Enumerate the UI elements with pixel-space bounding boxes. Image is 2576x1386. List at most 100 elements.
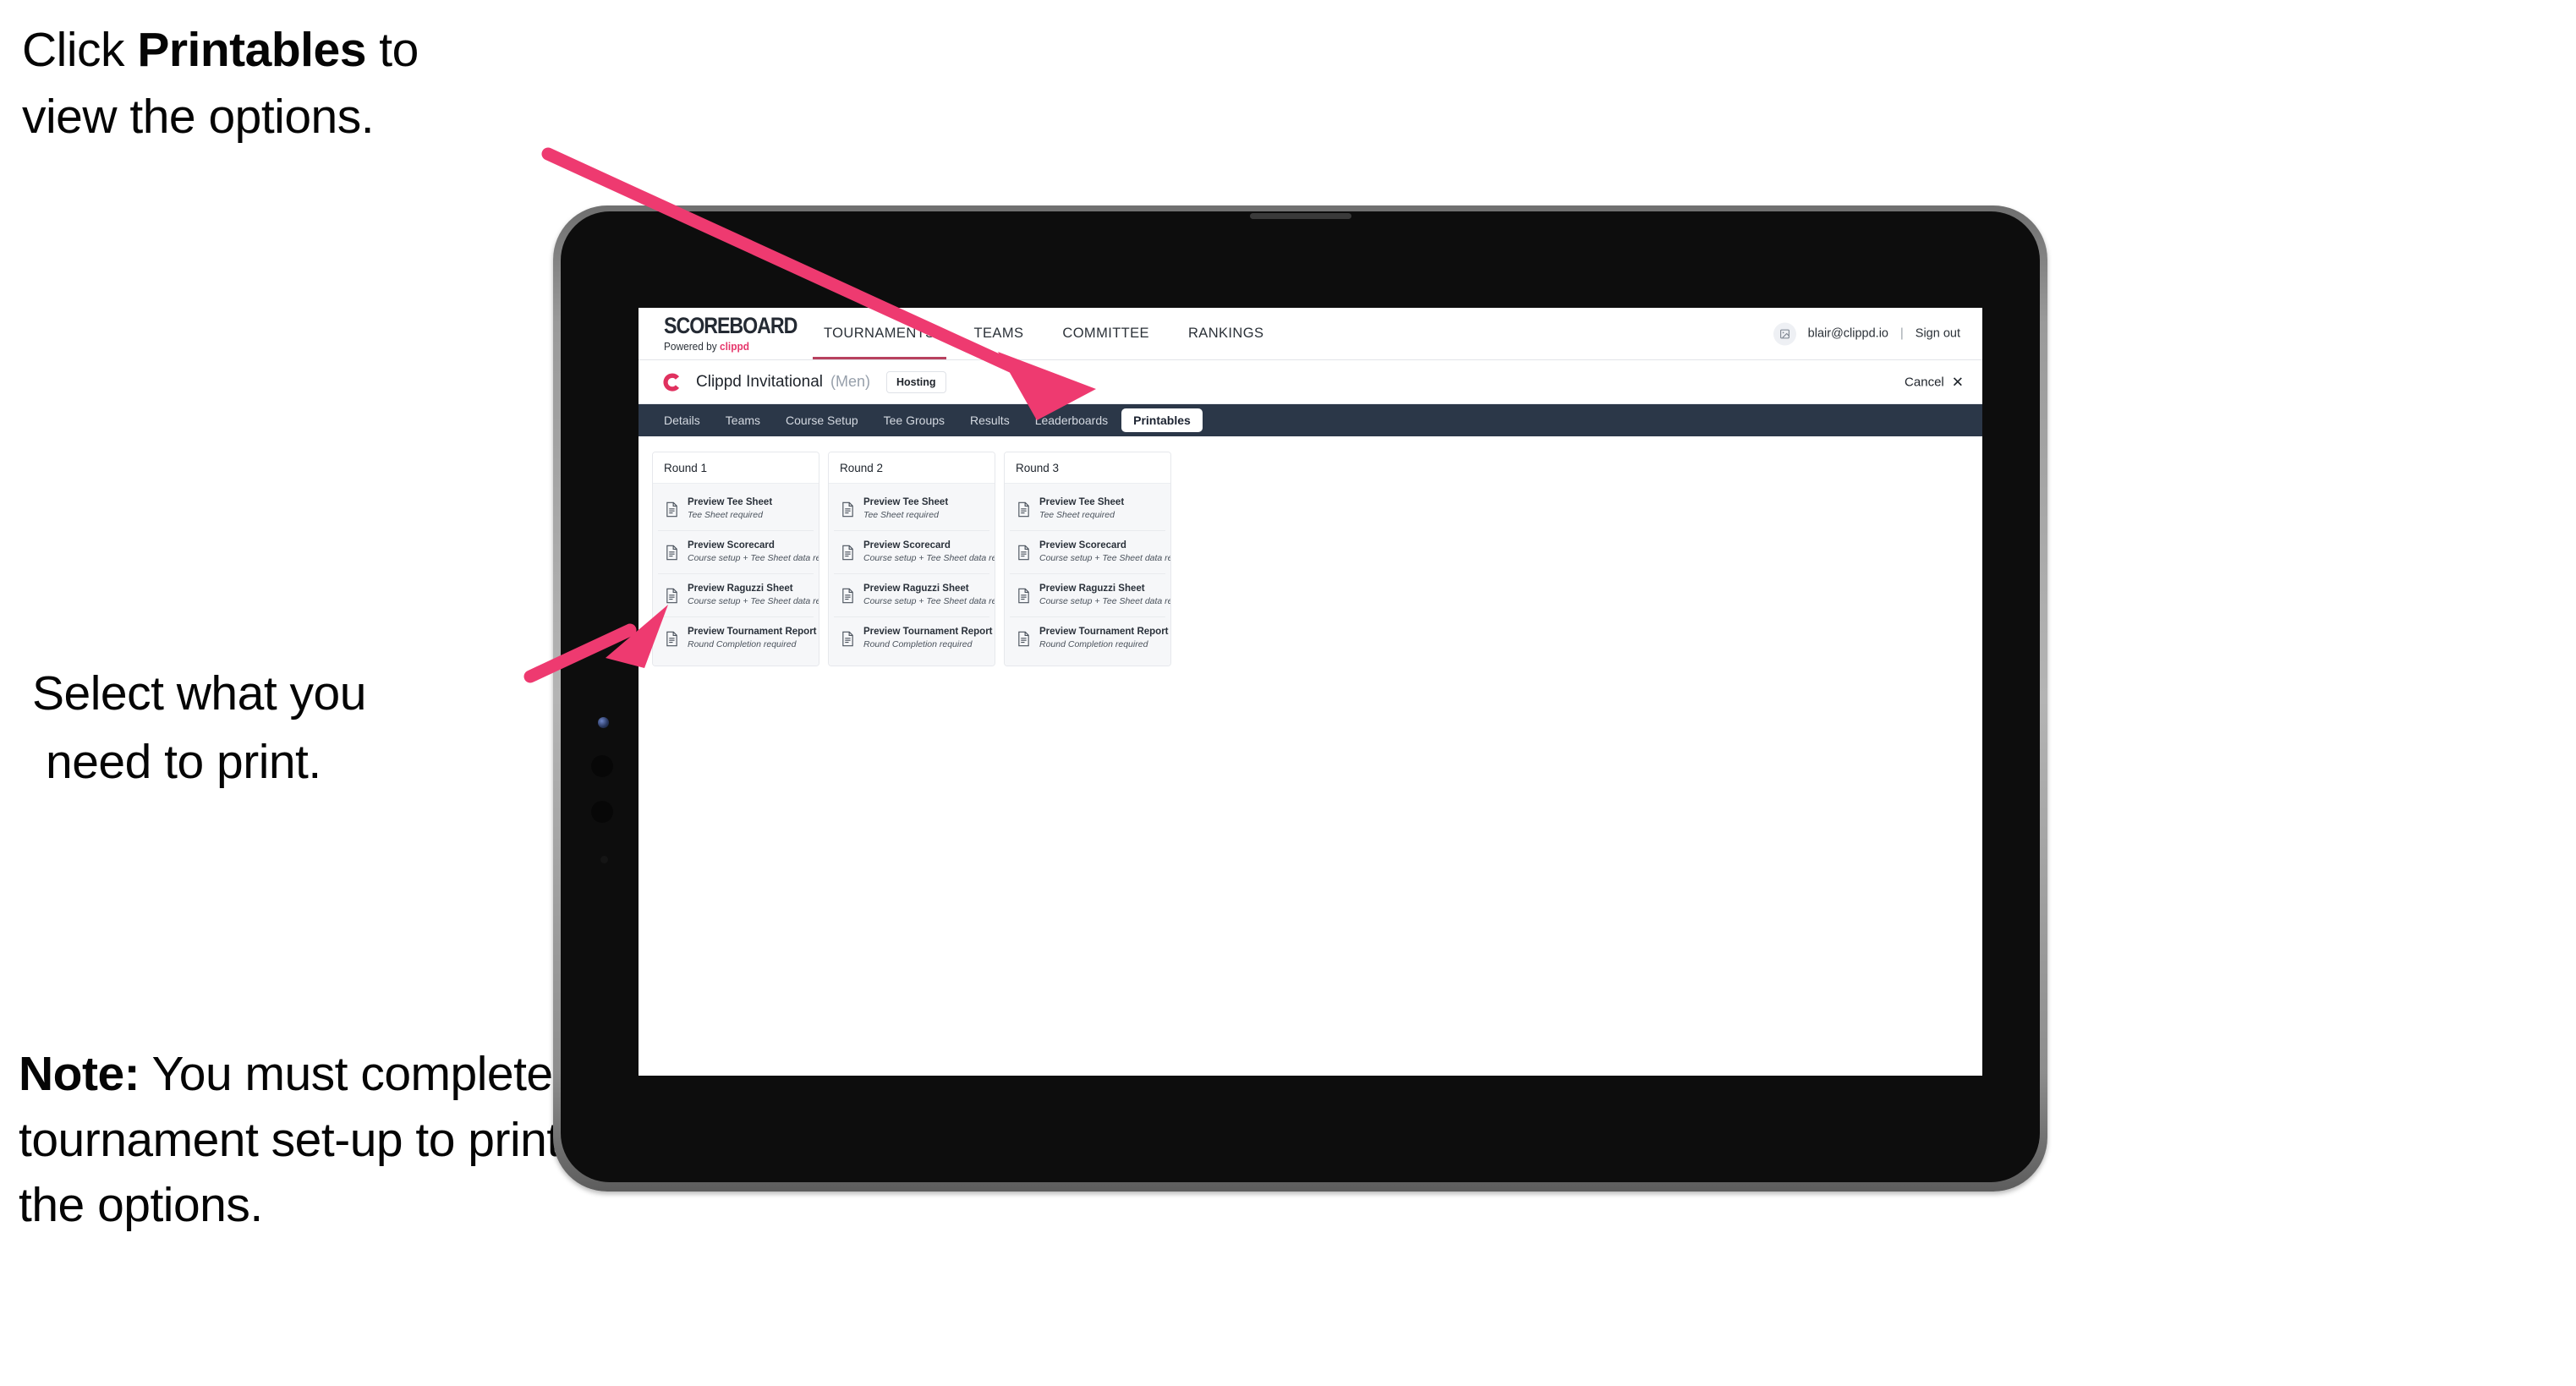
document-icon bbox=[1017, 501, 1031, 518]
nav-item-committee[interactable]: COMMITTEE bbox=[1043, 308, 1169, 359]
device-button-lower[interactable] bbox=[591, 801, 613, 823]
round-items-list: Preview Tee Sheet Tee Sheet required Previ… bbox=[829, 484, 995, 666]
browser-viewport: SCOREBOARD Powered by clippd TOURNAMENTS… bbox=[639, 308, 1982, 1076]
printable-item-text: Preview Tee Sheet Tee Sheet required bbox=[863, 496, 948, 522]
microphone-icon bbox=[600, 856, 608, 863]
document-icon bbox=[665, 631, 679, 647]
round-title: Round 1 bbox=[653, 452, 819, 484]
printable-item-text: Preview Scorecard Course setup + Tee Shee… bbox=[688, 540, 819, 565]
annotation-select-what-to-print: Select what you need to print. bbox=[32, 660, 540, 797]
printable-item-text: Preview Tee Sheet Tee Sheet required bbox=[1039, 496, 1124, 522]
printable-item[interactable]: Preview Tee Sheet Tee Sheet required bbox=[834, 488, 989, 532]
printable-item-text: Preview Scorecard Course setup + Tee Shee… bbox=[1039, 540, 1170, 565]
tab-results[interactable]: Results bbox=[958, 408, 1022, 432]
printable-item-text: Preview Raguzzi Sheet Course setup + Tee … bbox=[863, 583, 995, 608]
main-navigation: TOURNAMENTS TEAMS COMMITTEE RANKINGS bbox=[804, 308, 1283, 359]
printable-item-requirement: Tee Sheet required bbox=[863, 510, 939, 521]
printable-item-title: Preview Raguzzi Sheet bbox=[688, 583, 793, 594]
nav-label-tournaments: TOURNAMENTS bbox=[824, 326, 935, 341]
annotation-top-pre: Click bbox=[22, 23, 138, 77]
nav-item-rankings[interactable]: RANKINGS bbox=[1169, 308, 1283, 359]
printable-item[interactable]: Preview Raguzzi Sheet Course setup + Tee … bbox=[658, 574, 819, 618]
printable-item-title: Preview Raguzzi Sheet bbox=[1039, 583, 1145, 594]
printable-item[interactable]: Preview Tee Sheet Tee Sheet required bbox=[658, 488, 814, 532]
printable-item-text: Preview Tournament Report Round Completio… bbox=[688, 626, 817, 651]
app-header: SCOREBOARD Powered by clippd TOURNAMENTS… bbox=[639, 308, 1982, 360]
printable-item-text: Preview Tee Sheet Tee Sheet required bbox=[688, 496, 772, 522]
printable-item-title: Preview Tournament Report bbox=[1039, 627, 1169, 638]
tab-label-tee-groups: Tee Groups bbox=[883, 414, 945, 427]
device-button-upper[interactable] bbox=[591, 755, 613, 777]
tab-leaderboards[interactable]: Leaderboards bbox=[1023, 408, 1120, 432]
tab-tee-groups[interactable]: Tee Groups bbox=[872, 408, 956, 432]
printable-item-title: Preview Scorecard bbox=[688, 540, 775, 551]
round-title: Round 3 bbox=[1005, 452, 1170, 484]
tab-teams[interactable]: Teams bbox=[714, 408, 772, 432]
round-column: Round 1 Preview Tee Sheet Tee Sheet requir… bbox=[652, 452, 819, 667]
printable-item[interactable]: Preview Tournament Report Round Completio… bbox=[1010, 617, 1169, 660]
cancel-button[interactable]: Cancel ✕ bbox=[1905, 375, 1964, 389]
annotation-mid-line2: need to print. bbox=[46, 734, 321, 789]
printable-item-requirement: Round Completion required bbox=[688, 639, 797, 650]
annotation-top-line2: view the options. bbox=[22, 89, 375, 144]
tab-printables[interactable]: Printables bbox=[1121, 408, 1203, 432]
tab-label-teams: Teams bbox=[725, 414, 761, 427]
round-items-list: Preview Tee Sheet Tee Sheet required Previ… bbox=[653, 484, 819, 666]
printable-item-requirement: Course setup + Tee Sheet data required bbox=[863, 596, 995, 607]
document-icon bbox=[841, 545, 855, 561]
nav-item-teams[interactable]: TEAMS bbox=[955, 308, 1044, 359]
tab-course-setup[interactable]: Course Setup bbox=[774, 408, 870, 432]
user-email: blair@clippd.io bbox=[1807, 326, 1888, 341]
printable-item-title: Preview Tournament Report bbox=[688, 627, 817, 638]
document-icon bbox=[665, 545, 679, 561]
printable-item[interactable]: Preview Tee Sheet Tee Sheet required bbox=[1010, 488, 1165, 532]
printable-item[interactable]: Preview Tournament Report Round Completio… bbox=[834, 617, 993, 660]
nav-label-rankings: RANKINGS bbox=[1187, 326, 1264, 341]
tab-label-leaderboards: Leaderboards bbox=[1034, 414, 1109, 427]
printable-item[interactable]: Preview Scorecard Course setup + Tee Shee… bbox=[658, 531, 819, 575]
user-avatar-icon[interactable] bbox=[1773, 322, 1796, 345]
tab-label-printables: Printables bbox=[1133, 414, 1191, 427]
tournament-name: Clippd Invitational bbox=[696, 372, 823, 391]
printable-item-text: Preview Raguzzi Sheet Course setup + Tee … bbox=[688, 583, 819, 608]
document-icon bbox=[1017, 631, 1031, 647]
round-column: Round 2 Preview Tee Sheet Tee Sheet requir… bbox=[828, 452, 995, 667]
scoreboard-logo[interactable]: SCOREBOARD Powered by clippd bbox=[664, 315, 797, 353]
nav-item-tournaments[interactable]: TOURNAMENTS bbox=[804, 308, 955, 359]
tagline-pre: Powered by bbox=[664, 341, 721, 353]
printable-item[interactable]: Preview Tournament Report Round Completio… bbox=[658, 617, 817, 660]
front-camera-icon bbox=[598, 717, 609, 728]
printable-item-title: Preview Tee Sheet bbox=[863, 497, 949, 507]
tab-label-details: Details bbox=[664, 414, 700, 427]
printable-item-requirement: Course setup + Tee Sheet data required bbox=[1039, 553, 1170, 564]
document-icon bbox=[841, 631, 855, 647]
printable-item[interactable]: Preview Raguzzi Sheet Course setup + Tee … bbox=[1010, 574, 1170, 618]
printable-item-title: Preview Tee Sheet bbox=[1039, 497, 1125, 507]
sign-out-link[interactable]: Sign out bbox=[1916, 327, 1960, 341]
tab-label-results: Results bbox=[970, 414, 1010, 427]
tournament-header-bar: Clippd Invitational (Men) Hosting Cancel… bbox=[639, 360, 1982, 404]
rounds-grid: Round 1 Preview Tee Sheet Tee Sheet requir… bbox=[652, 452, 1969, 667]
nav-label-committee: COMMITTEE bbox=[1062, 326, 1149, 341]
printable-item[interactable]: Preview Scorecard Course setup + Tee Shee… bbox=[834, 531, 995, 575]
user-account-area: blair@clippd.io | Sign out bbox=[1773, 322, 1960, 345]
document-icon bbox=[841, 501, 855, 518]
printable-item-requirement: Course setup + Tee Sheet data required bbox=[1039, 596, 1170, 607]
printable-item[interactable]: Preview Scorecard Course setup + Tee Shee… bbox=[1010, 531, 1170, 575]
user-divider: | bbox=[1900, 326, 1904, 341]
document-icon bbox=[841, 588, 855, 604]
printable-item-title: Preview Scorecard bbox=[863, 540, 951, 551]
printable-item[interactable]: Preview Raguzzi Sheet Course setup + Tee … bbox=[834, 574, 995, 618]
tab-details[interactable]: Details bbox=[652, 408, 712, 432]
speaker-slit-icon bbox=[1249, 213, 1351, 219]
printable-item-requirement: Tee Sheet required bbox=[688, 510, 763, 521]
printables-panel: Round 1 Preview Tee Sheet Tee Sheet requir… bbox=[639, 436, 1982, 1076]
printable-item-text: Preview Tournament Report Round Completio… bbox=[1039, 626, 1169, 651]
tournament-sub-navigation: Details Teams Course Setup Tee Groups Re… bbox=[639, 404, 1982, 436]
printable-item-requirement: Round Completion required bbox=[1039, 639, 1148, 650]
nav-label-teams: TEAMS bbox=[973, 326, 1024, 341]
printable-item-title: Preview Tournament Report bbox=[863, 627, 993, 638]
clippd-c-logo-icon bbox=[660, 370, 684, 394]
printable-item-text: Preview Tournament Report Round Completio… bbox=[863, 626, 993, 651]
printable-item-title: Preview Raguzzi Sheet bbox=[863, 583, 969, 594]
